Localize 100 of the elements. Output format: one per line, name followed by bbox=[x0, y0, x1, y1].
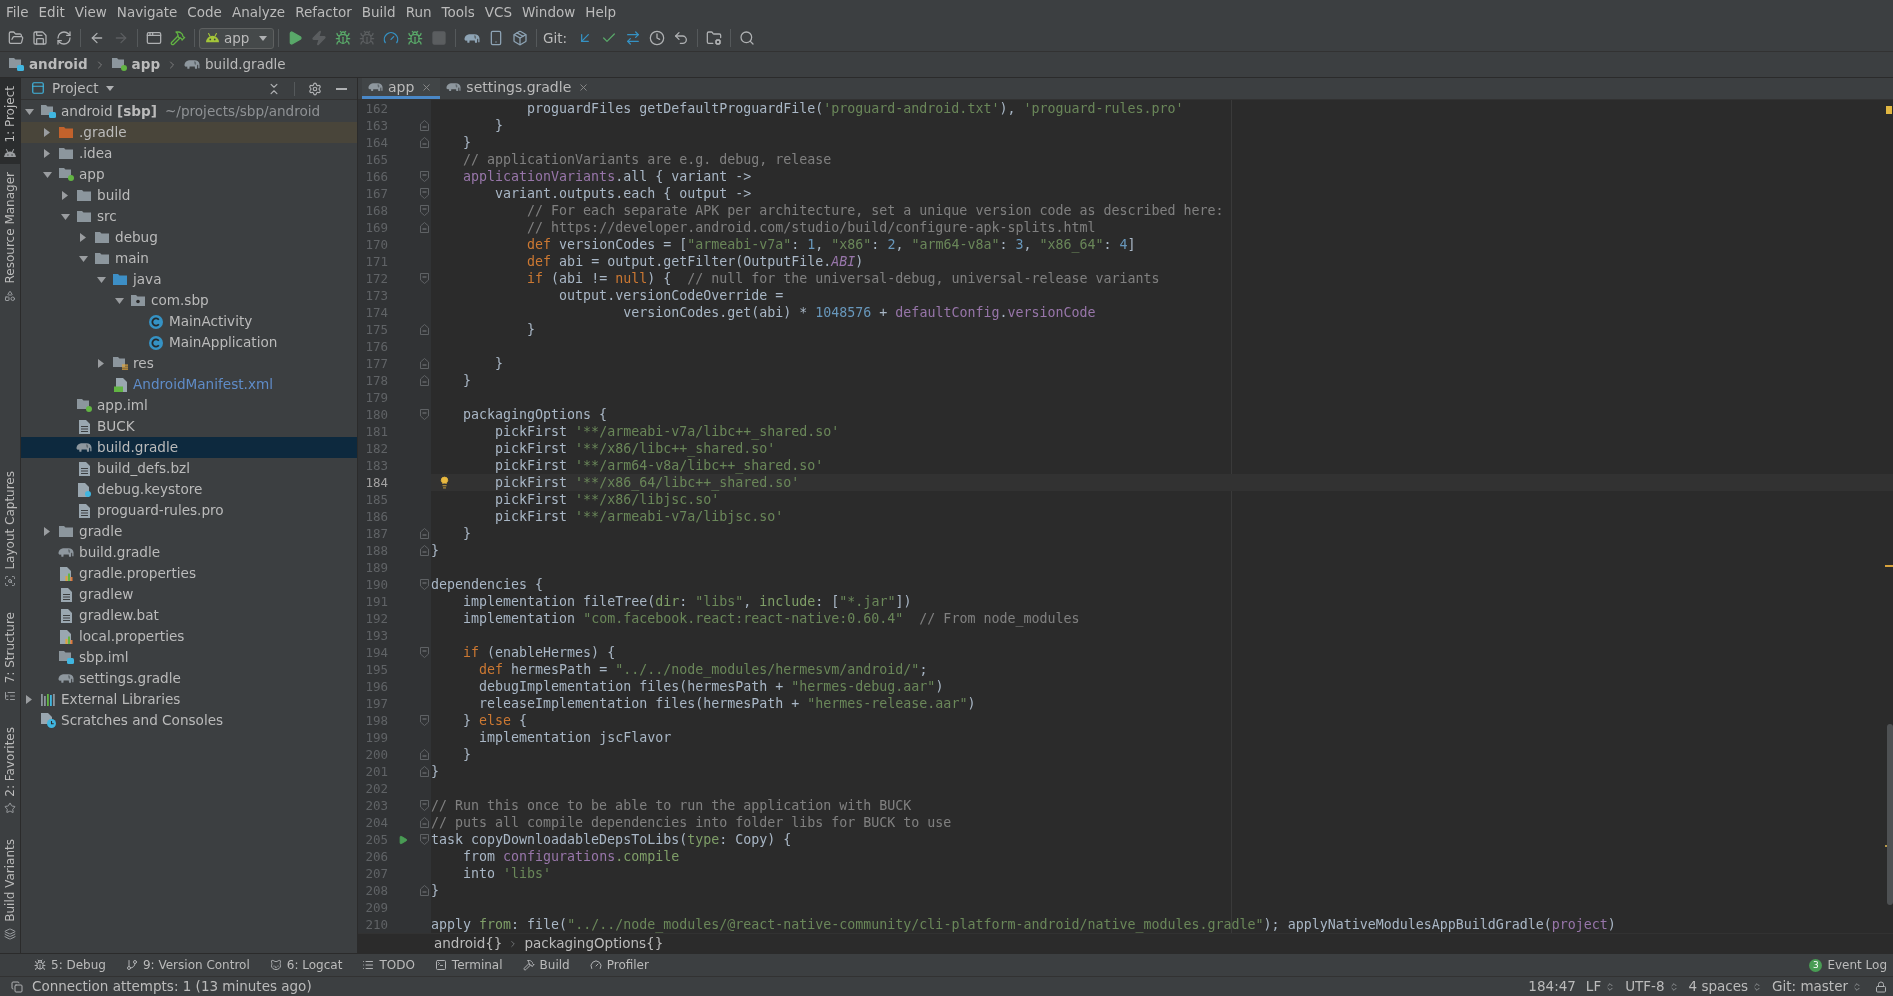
status-widget[interactable]: 4 spaces bbox=[1683, 976, 1768, 996]
fold-marker-icon[interactable] bbox=[419, 545, 429, 556]
tree-item[interactable]: Scratches and Consoles bbox=[21, 710, 357, 731]
fold-marker-icon[interactable] bbox=[419, 800, 429, 811]
menu-item[interactable]: Refactor bbox=[290, 1, 357, 24]
caret-right-icon[interactable] bbox=[44, 527, 50, 536]
lightbulb-icon[interactable] bbox=[438, 476, 451, 489]
caret-down-icon[interactable] bbox=[60, 213, 70, 220]
nav-item[interactable]: build.gradle bbox=[184, 54, 286, 75]
status-widget[interactable]: Git: master bbox=[1767, 976, 1867, 996]
tree-item[interactable]: sbp.iml bbox=[21, 647, 357, 668]
menu-item[interactable]: Build bbox=[356, 1, 401, 24]
fold-marker-icon[interactable] bbox=[419, 222, 429, 233]
tree-item[interactable]: app bbox=[21, 164, 357, 185]
caret-right-icon[interactable] bbox=[98, 359, 104, 368]
tree-item[interactable]: proguard-rules.pro bbox=[21, 500, 357, 521]
fold-marker-icon[interactable] bbox=[419, 647, 429, 658]
fold-marker-icon[interactable] bbox=[419, 171, 429, 182]
event-log-button[interactable]: 3 Event Log bbox=[1809, 956, 1887, 974]
squares-icon[interactable] bbox=[11, 980, 23, 993]
menu-item[interactable]: Navigate bbox=[111, 1, 183, 24]
scrollbar-thumb[interactable] bbox=[1887, 724, 1893, 905]
nav-item[interactable]: android bbox=[9, 54, 88, 75]
fold-marker-icon[interactable] bbox=[419, 834, 429, 845]
menu-item[interactable]: File bbox=[1, 1, 34, 24]
editor-tab[interactable]: settings.gradle bbox=[440, 78, 598, 99]
menu-item[interactable]: View bbox=[69, 1, 112, 24]
tree-item[interactable]: MainActivity bbox=[21, 311, 357, 332]
tree-item[interactable]: AndroidManifest.xml bbox=[21, 374, 357, 395]
tree-item[interactable]: app.iml bbox=[21, 395, 357, 416]
caret-right-icon[interactable] bbox=[80, 233, 86, 242]
run-config-dropdown[interactable]: app bbox=[199, 27, 274, 49]
tree-item[interactable]: java bbox=[21, 269, 357, 290]
fold-marker-icon[interactable] bbox=[419, 358, 429, 369]
tree-item[interactable]: src bbox=[21, 206, 357, 227]
caret-right-icon[interactable] bbox=[62, 191, 68, 200]
marker-stripe-icon[interactable] bbox=[1885, 565, 1893, 567]
editor-tab[interactable]: app bbox=[362, 78, 441, 99]
tool-window-button[interactable]: 6: Logcat bbox=[259, 956, 353, 974]
fold-marker-icon[interactable] bbox=[419, 579, 429, 590]
menu-item[interactable]: Tools bbox=[436, 1, 480, 24]
fold-marker-icon[interactable] bbox=[419, 749, 429, 760]
caret-down-icon[interactable] bbox=[114, 297, 124, 304]
tool-window-tab[interactable]: 2: Favorites bbox=[0, 718, 20, 822]
tool-window-button[interactable]: 5: Debug bbox=[24, 956, 116, 974]
fold-marker-icon[interactable] bbox=[419, 205, 429, 216]
menu-item[interactable]: Edit bbox=[33, 1, 70, 24]
tree-item[interactable]: debug bbox=[21, 227, 357, 248]
tree-item[interactable]: gradlew bbox=[21, 584, 357, 605]
tree-item[interactable]: .gradle bbox=[21, 122, 357, 143]
tree-item[interactable]: android [sbp] ~/projects/sbp/android bbox=[21, 101, 357, 122]
caret-right-icon[interactable] bbox=[26, 695, 32, 704]
fold-marker-icon[interactable] bbox=[419, 120, 429, 131]
fold-marker-icon[interactable] bbox=[419, 137, 429, 148]
breadcrumb-item[interactable]: android{} bbox=[434, 933, 503, 954]
tool-window-button[interactable]: Build bbox=[512, 956, 580, 974]
menu-item[interactable]: Code bbox=[182, 1, 227, 24]
tree-item[interactable]: debug.keystore bbox=[21, 479, 357, 500]
tool-window-tab[interactable]: Resource Manager bbox=[0, 164, 20, 309]
tool-window-tab[interactable]: 1: Project bbox=[0, 78, 20, 165]
status-widget[interactable]: 184:47 bbox=[1523, 976, 1581, 996]
tool-window-button[interactable]: Terminal bbox=[424, 956, 513, 974]
caret-down-icon[interactable] bbox=[78, 255, 88, 262]
tool-window-button[interactable]: Profiler bbox=[579, 956, 659, 974]
tree-item[interactable]: MainApplication bbox=[21, 332, 357, 353]
menu-item[interactable]: Window bbox=[517, 1, 581, 24]
tree-item[interactable]: External Libraries bbox=[21, 689, 357, 710]
tool-window-button[interactable]: 9: Version Control bbox=[115, 956, 260, 974]
close-icon[interactable] bbox=[421, 81, 433, 93]
tree-item[interactable]: gradlew.bat bbox=[21, 605, 357, 626]
fold-marker-icon[interactable] bbox=[419, 766, 429, 777]
menu-item[interactable]: Help bbox=[580, 1, 622, 24]
caret-right-icon[interactable] bbox=[44, 128, 50, 137]
tool-window-tab[interactable]: 7: Structure bbox=[0, 604, 20, 709]
tree-item[interactable]: build.gradle bbox=[21, 542, 357, 563]
status-widget[interactable]: UTF-8 bbox=[1620, 976, 1684, 996]
tree-item[interactable]: res bbox=[21, 353, 357, 374]
tool-window-tab[interactable]: Layout Captures bbox=[0, 462, 20, 595]
fold-marker-icon[interactable] bbox=[419, 188, 429, 199]
fold-marker-icon[interactable] bbox=[419, 528, 429, 539]
tree-item[interactable]: gradle bbox=[21, 521, 357, 542]
tree-item[interactable]: build_defs.bzl bbox=[21, 458, 357, 479]
tree-item[interactable]: BUCK bbox=[21, 416, 357, 437]
breadcrumb-item[interactable]: packagingOptions{} bbox=[524, 933, 664, 954]
menu-item[interactable]: Run bbox=[400, 1, 437, 24]
close-icon[interactable] bbox=[578, 81, 590, 93]
play-icon[interactable] bbox=[397, 834, 408, 845]
tree-item[interactable]: settings.gradle bbox=[21, 668, 357, 689]
tree-item[interactable]: build bbox=[21, 185, 357, 206]
tree-item[interactable]: local.properties bbox=[21, 626, 357, 647]
tool-window-tab[interactable]: Build Variants bbox=[0, 831, 20, 947]
tree-item[interactable]: build.gradle bbox=[21, 437, 357, 458]
lock-icon[interactable] bbox=[1875, 980, 1887, 993]
tree-item[interactable]: main bbox=[21, 248, 357, 269]
caret-down-icon[interactable] bbox=[24, 108, 34, 115]
fold-marker-icon[interactable] bbox=[419, 375, 429, 386]
caret-down-icon[interactable] bbox=[42, 171, 52, 178]
caret-down-icon[interactable] bbox=[96, 276, 106, 283]
nav-item[interactable]: app bbox=[111, 54, 161, 75]
fold-marker-icon[interactable] bbox=[419, 715, 429, 726]
